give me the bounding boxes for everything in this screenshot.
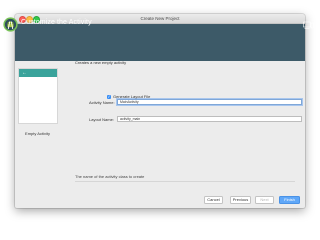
preview-app-bar: ← <box>19 69 57 77</box>
wizard-banner <box>15 24 305 61</box>
generate-layout-label[interactable]: Generate Layout File <box>113 94 150 99</box>
form-subtitle: Creates a new empty activity <box>75 60 127 65</box>
create-project-window: Create New Project <box>15 14 305 208</box>
next-button[interactable]: Next <box>255 196 274 204</box>
layout-name-label: Layout Name: <box>89 117 114 122</box>
previous-button[interactable]: Previous <box>230 196 251 204</box>
preview-caption: Empty Activity <box>25 131 50 136</box>
activity-preview: ← <box>18 68 58 124</box>
layout-name-input[interactable]: activity_main <box>117 116 302 122</box>
cancel-button[interactable]: Cancel <box>204 196 223 204</box>
activity-name-label: Activity Name: <box>89 100 115 105</box>
android-studio-logo-icon <box>3 17 18 32</box>
field-hint: The name of the activity class to create <box>75 174 145 179</box>
hint-divider <box>75 181 295 182</box>
checkmark-icon: ✓ <box>107 94 111 99</box>
activity-name-input[interactable]: MainActivity <box>117 99 302 105</box>
back-arrow-icon: ← <box>22 70 27 76</box>
finish-button[interactable]: Finish <box>279 196 300 204</box>
device-form-factor-icon <box>303 21 314 29</box>
generate-layout-checkbox[interactable]: ✓ <box>107 94 111 99</box>
banner-title: Customize the Activity <box>21 19 92 26</box>
